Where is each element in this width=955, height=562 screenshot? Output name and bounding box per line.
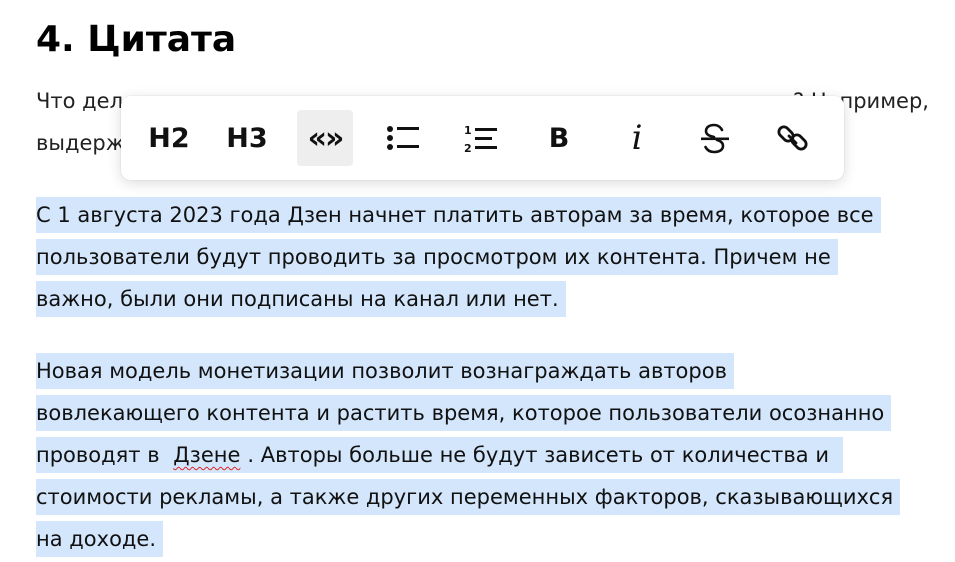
paragraph-line: вовлекающего контента и растить время, к… bbox=[36, 392, 900, 434]
bullet-list-button[interactable] bbox=[375, 110, 431, 166]
bold-button[interactable]: B bbox=[531, 110, 587, 166]
formatting-toolbar: H2 H3 «» 1 2 B i bbox=[121, 96, 844, 180]
link-icon bbox=[777, 125, 808, 151]
quote-button[interactable]: «» bbox=[297, 110, 353, 166]
numbered-list-button[interactable]: 1 2 bbox=[453, 110, 509, 166]
paragraph-line: стоимости рекламы, а также других переме… bbox=[36, 476, 901, 518]
paragraph-line: на доходе. bbox=[36, 518, 900, 560]
italic-button[interactable]: i bbox=[609, 110, 665, 166]
intro-line-1-left: Что дел bbox=[36, 89, 124, 113]
link-button[interactable] bbox=[765, 110, 821, 166]
numbered-list-icon: 1 2 bbox=[464, 124, 497, 153]
h3-button[interactable]: H3 bbox=[219, 110, 275, 166]
section-heading: 4. Цитата bbox=[36, 19, 237, 60]
strikethrough-button[interactable] bbox=[687, 110, 743, 166]
strikethrough-icon bbox=[701, 123, 729, 154]
svg-text:1: 1 bbox=[464, 124, 472, 137]
h2-button[interactable]: H2 bbox=[141, 110, 197, 166]
paragraph-line: Новая модель монетизации позволит вознаг… bbox=[36, 350, 900, 392]
bullet-list-icon bbox=[387, 126, 419, 150]
selected-paragraph-1[interactable]: С 1 августа 2023 года Дзен начнет платит… bbox=[36, 194, 881, 320]
svg-text:2: 2 bbox=[464, 142, 472, 153]
spellcheck-word[interactable]: Дзене bbox=[173, 437, 248, 473]
paragraph-line: важно, были они подписаны на канал или н… bbox=[36, 278, 881, 320]
paragraph-line: проводят в Дзене. Авторы больше не будут… bbox=[36, 434, 900, 476]
paragraph-line: С 1 августа 2023 года Дзен начнет платит… bbox=[36, 194, 881, 236]
selected-paragraph-2[interactable]: Новая модель монетизации позволит вознаг… bbox=[36, 350, 901, 560]
paragraph-line: пользователи будут проводить за просмотр… bbox=[36, 236, 881, 278]
